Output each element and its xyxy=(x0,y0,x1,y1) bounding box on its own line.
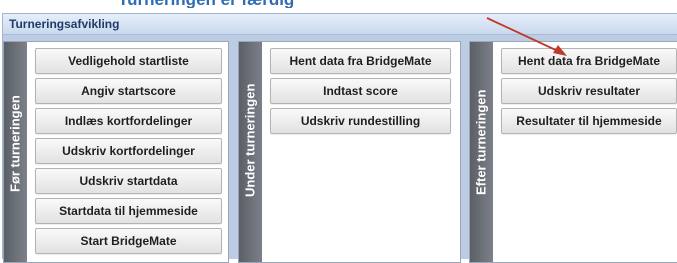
tournament-panel: Turneringsafvikling Før turneringen Vedl… xyxy=(2,13,677,263)
set-startscore-button[interactable]: Angiv startscore xyxy=(35,78,222,104)
maintain-startlist-button[interactable]: Vedligehold startliste xyxy=(35,48,222,74)
group-label-bar: Efter turneringen xyxy=(470,42,493,262)
group-label-bar: Før turneringen xyxy=(4,42,27,262)
results-to-website-button[interactable]: Resultater til hjemmeside xyxy=(501,108,677,134)
group-before-tournament: Før turneringen Vedligehold startliste A… xyxy=(3,41,229,263)
print-deals-button[interactable]: Udskriv kortfordelinger xyxy=(35,138,222,164)
fetch-bridgemate-during-button[interactable]: Hent data fra BridgeMate xyxy=(270,48,451,74)
page-title: Turneringen er færdig xyxy=(118,0,294,8)
group-label-bar: Under turneringen xyxy=(239,42,262,262)
group-label-before: Før turneringen xyxy=(7,95,23,192)
fetch-bridgemate-after-button[interactable]: Hent data fra BridgeMate xyxy=(501,48,677,74)
enter-score-button[interactable]: Indtast score xyxy=(270,78,451,104)
startdata-to-website-button[interactable]: Startdata til hjemmeside xyxy=(35,198,222,224)
panel-header: Turneringsafvikling xyxy=(3,14,677,35)
print-round-standings-button[interactable]: Udskriv rundestilling xyxy=(270,108,451,134)
group-label-after: Efter turneringen xyxy=(473,89,489,195)
print-startdata-button[interactable]: Udskriv startdata xyxy=(35,168,222,194)
group-after-tournament: Efter turneringen Hent data fra BridgeMa… xyxy=(469,41,677,263)
start-bridgemate-button[interactable]: Start BridgeMate xyxy=(35,228,222,254)
group-label-during: Under turneringen xyxy=(242,83,258,197)
group-during-tournament: Under turneringen Hent data fra BridgeMa… xyxy=(238,41,461,263)
load-deals-button[interactable]: Indlæs kortfordelinger xyxy=(35,108,222,134)
print-results-button[interactable]: Udskriv resultater xyxy=(501,78,677,104)
panel-title: Turneringsafvikling xyxy=(9,17,120,31)
